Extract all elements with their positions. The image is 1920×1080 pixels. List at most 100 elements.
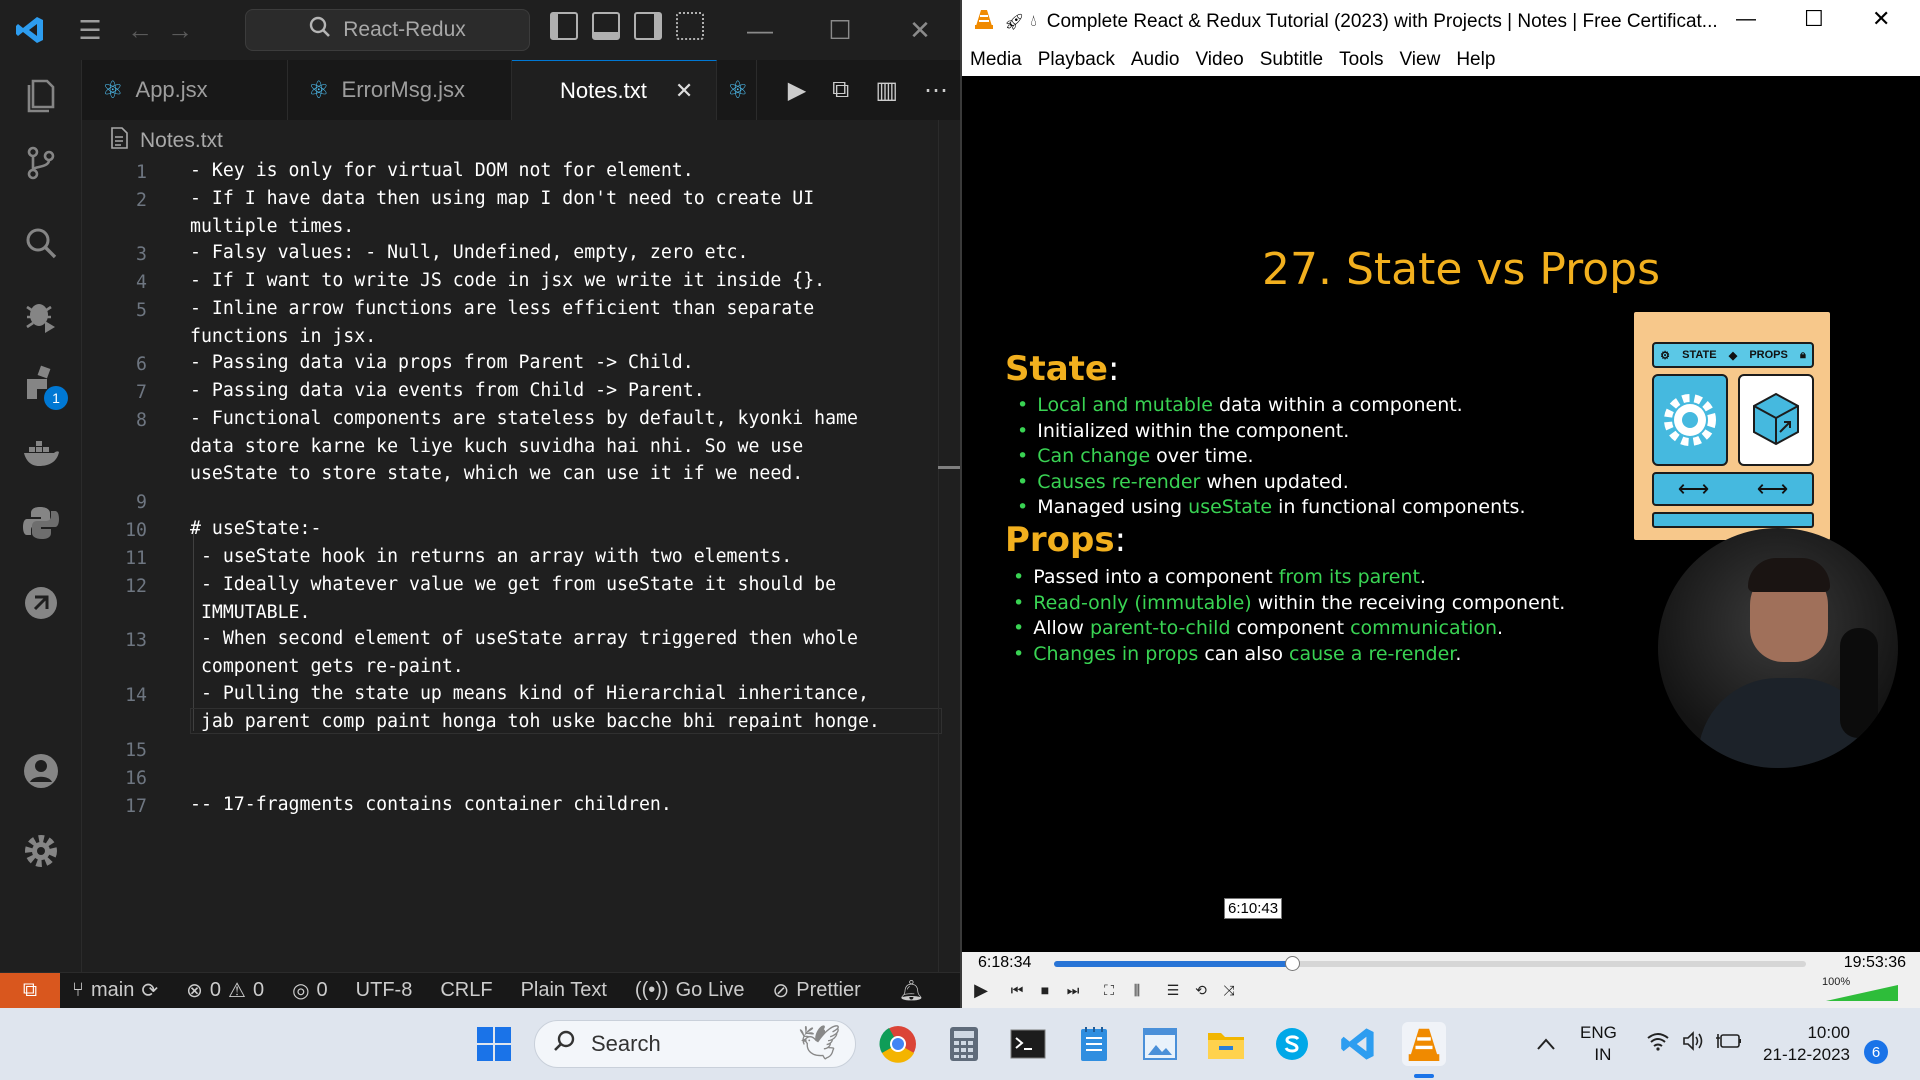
next-icon[interactable]: ⏭︎: [1060, 978, 1086, 1002]
tab-errormsg-jsx[interactable]: ⚛ ErrorMsg.jsx: [288, 60, 512, 120]
vscode-taskbar-icon[interactable]: [1336, 1022, 1380, 1066]
menu-playback[interactable]: Playback: [1038, 49, 1115, 71]
play-icon[interactable]: ▶: [968, 978, 994, 1002]
menu-view[interactable]: View: [1399, 49, 1440, 71]
language-status[interactable]: Plain Text: [521, 979, 607, 1002]
run-debug-icon[interactable]: [0, 280, 82, 350]
editor-scrollbar[interactable]: [938, 120, 958, 972]
back-arrow-icon[interactable]: ←: [120, 0, 160, 60]
system-tray-icons[interactable]: [1646, 1008, 1742, 1080]
source-control-icon[interactable]: [0, 128, 82, 198]
scrollbar-thumb[interactable]: [938, 466, 960, 469]
command-center-search[interactable]: React-Redux: [245, 9, 530, 51]
photos-icon[interactable]: [1138, 1022, 1182, 1066]
toggle-panel-icon[interactable]: [592, 12, 620, 40]
close-icon[interactable]: ✕: [1872, 6, 1890, 32]
minimize-icon[interactable]: —: [1736, 8, 1756, 31]
docker-icon[interactable]: [0, 418, 82, 488]
toggle-secondary-sidebar-icon[interactable]: [634, 12, 662, 40]
toggle-primary-sidebar-icon[interactable]: [550, 12, 578, 40]
vlc-taskbar-icon[interactable]: [1402, 1022, 1446, 1066]
language-indicator[interactable]: ENG IN: [1580, 1008, 1617, 1080]
menu-video[interactable]: Video: [1195, 49, 1243, 71]
playlist-icon[interactable]: ☰: [1160, 978, 1186, 1002]
volume-slider[interactable]: 100%: [1820, 976, 1900, 1002]
maximize-icon[interactable]: ☐: [810, 0, 870, 60]
error-count: 0: [209, 979, 222, 1001]
elapsed-time: 6:18:34: [978, 954, 1032, 971]
notification-badge[interactable]: 6: [1864, 1040, 1888, 1064]
menu-icon[interactable]: ☰: [60, 0, 120, 60]
menu-subtitle[interactable]: Subtitle: [1260, 49, 1323, 71]
previous-icon[interactable]: ⏮︎: [1004, 978, 1030, 1002]
shuffle-icon[interactable]: ⤨: [1216, 978, 1242, 1002]
slide-title: 27. State vs Props: [1262, 244, 1661, 295]
menu-tools[interactable]: Tools: [1339, 49, 1383, 71]
run-icon[interactable]: ▶: [788, 76, 806, 105]
encoding-status[interactable]: UTF-8: [356, 979, 413, 1002]
line-text: - Inline arrow functions are less effici…: [190, 298, 815, 347]
tab-notes-txt[interactable]: Notes.txt ✕: [512, 60, 717, 120]
show-hidden-icons[interactable]: [1536, 1008, 1556, 1080]
notepad-icon[interactable]: [1072, 1022, 1116, 1066]
calculator-icon[interactable]: [942, 1022, 986, 1066]
broadcast-icon: ◎: [292, 980, 310, 1002]
maximize-icon[interactable]: ☐: [1804, 6, 1824, 32]
menu-audio[interactable]: Audio: [1131, 49, 1180, 71]
search-icon[interactable]: [0, 208, 82, 278]
taskbar-search[interactable]: Search 🕊︎: [534, 1020, 856, 1068]
seek-bar[interactable]: [1054, 956, 1806, 971]
line-number: 7: [136, 382, 147, 403]
problems-status[interactable]: ⊗ 0 ⚠ 0: [186, 978, 264, 1003]
video-frame[interactable]: 27. State vs Props State: Local and muta…: [962, 76, 1920, 952]
list-item: Can change over time.: [1017, 445, 1526, 471]
remote-explorer-icon[interactable]: [0, 568, 82, 638]
list-item: Causes re-render when updated.: [1017, 471, 1526, 497]
customize-layout-icon[interactable]: [676, 12, 704, 40]
go-live-button[interactable]: ((•)) Go Live: [635, 979, 745, 1002]
line-number: 17: [125, 796, 147, 817]
text-editor[interactable]: 1 - Key is only for virtual DOM not for e…: [82, 158, 942, 972]
line-text: - Passing data via events from Child -> …: [190, 380, 705, 401]
forward-arrow-icon[interactable]: →: [160, 0, 200, 60]
line-text: - useState hook in returns an array with…: [190, 546, 793, 567]
line-text: -- 17-fragments contains container child…: [190, 794, 672, 815]
accounts-icon[interactable]: [0, 736, 82, 806]
minimize-icon[interactable]: —: [730, 0, 790, 60]
close-icon[interactable]: ✕: [890, 0, 950, 60]
activity-bar: 1: [0, 60, 82, 972]
eol-status[interactable]: CRLF: [440, 979, 492, 1002]
python-icon[interactable]: [0, 488, 82, 558]
sync-icon[interactable]: ⟳: [141, 978, 158, 1003]
breadcrumb[interactable]: Notes.txt: [110, 126, 223, 156]
menu-help[interactable]: Help: [1456, 49, 1495, 71]
notifications-bell-icon[interactable]: 🔔︎: [899, 978, 924, 1003]
skype-icon[interactable]: [1270, 1022, 1314, 1066]
tab-overflow[interactable]: ⚛: [717, 60, 757, 120]
remote-indicator-icon[interactable]: ⧉: [0, 972, 60, 1009]
explorer-icon[interactable]: [0, 60, 82, 130]
open-changes-icon[interactable]: ⧉: [832, 76, 849, 104]
extended-settings-icon[interactable]: ⫼: [1124, 978, 1150, 1002]
editor-actions: ▶ ⧉ ▥ ⋯: [788, 60, 948, 120]
prettier-status[interactable]: ⊘ Prettier: [773, 978, 861, 1003]
menu-media[interactable]: Media: [970, 49, 1022, 71]
clock[interactable]: 10:00 21-12-2023: [1760, 1008, 1850, 1080]
fullscreen-icon[interactable]: ⛶: [1096, 978, 1122, 1002]
close-tab-icon[interactable]: ✕: [675, 78, 693, 104]
extensions-icon[interactable]: 1: [0, 348, 82, 418]
start-windows-icon[interactable]: [472, 1022, 516, 1066]
ports-status[interactable]: ◎ 0: [292, 978, 328, 1003]
loop-icon[interactable]: ⟲: [1188, 978, 1214, 1002]
tab-app-jsx[interactable]: ⚛ App.jsx: [82, 60, 288, 120]
branch-status[interactable]: ⑂ main ⟳: [72, 978, 158, 1003]
settings-gear-icon[interactable]: [0, 816, 82, 886]
more-actions-icon[interactable]: ⋯: [924, 76, 948, 105]
file-explorer-icon[interactable]: [1204, 1022, 1248, 1066]
chrome-icon[interactable]: [876, 1022, 920, 1066]
stop-icon[interactable]: ■: [1032, 978, 1058, 1002]
seek-handle[interactable]: [1285, 956, 1301, 971]
split-editor-icon[interactable]: ▥: [875, 76, 898, 105]
terminal-icon[interactable]: [1006, 1022, 1050, 1066]
line-text: - Passing data via props from Parent -> …: [190, 352, 694, 373]
